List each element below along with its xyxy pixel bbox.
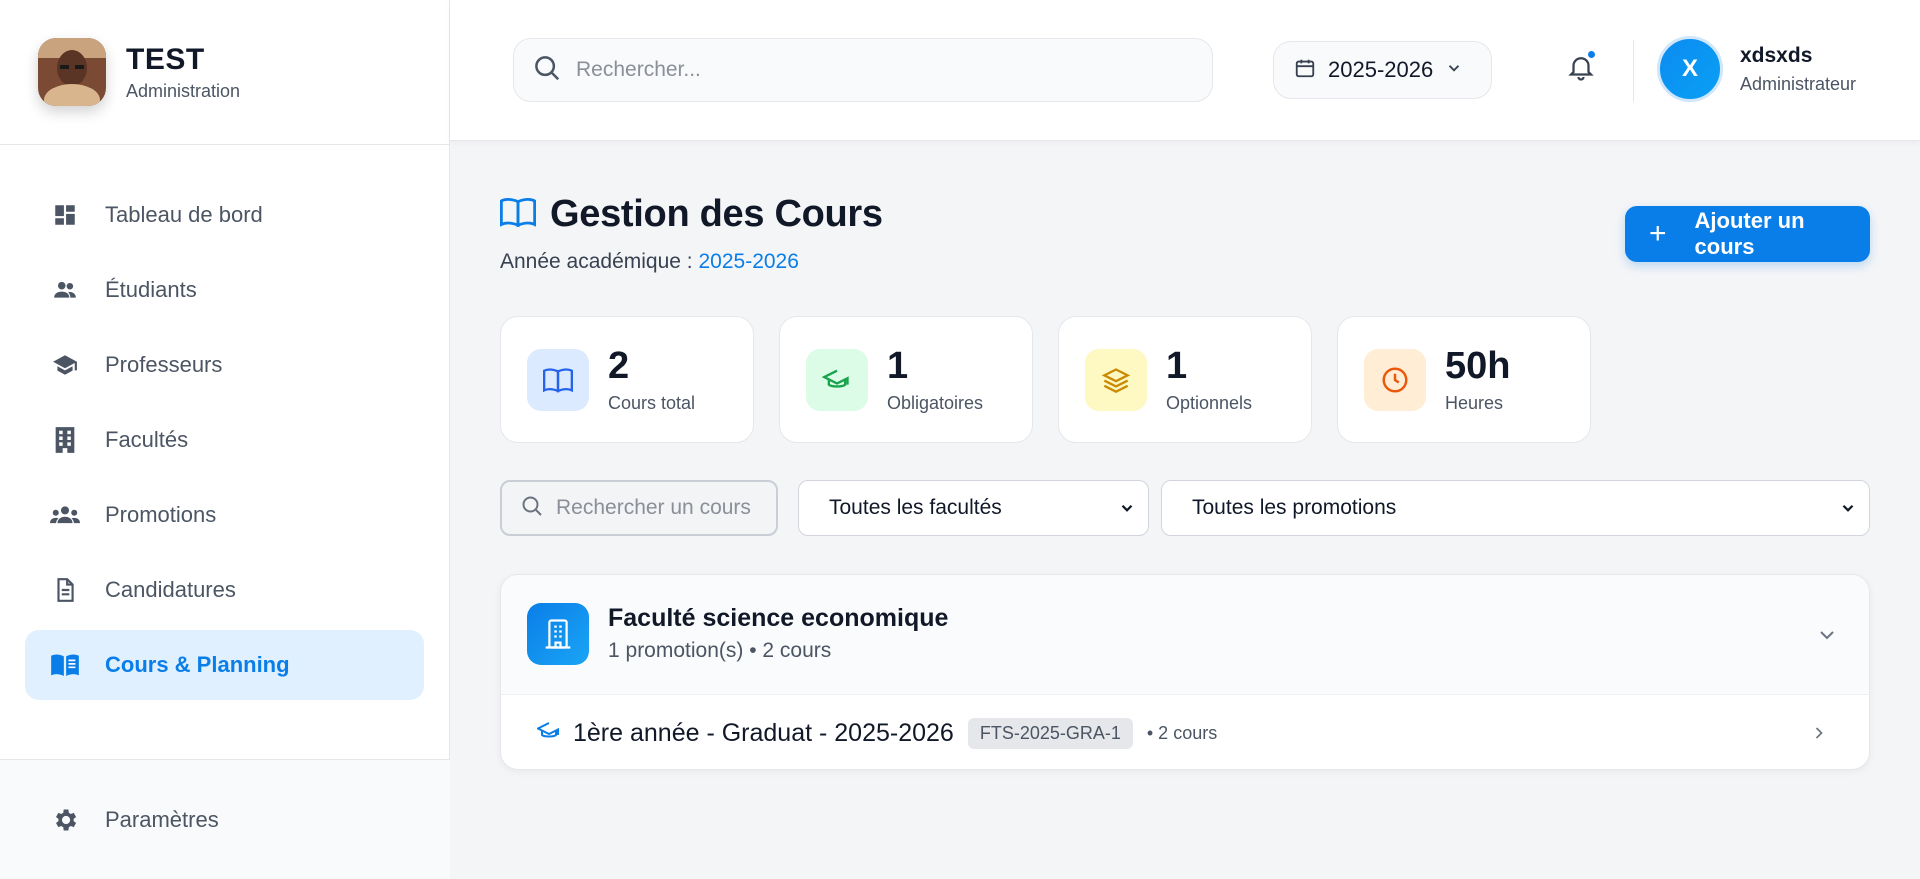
promotion-row[interactable]: 1ère année - Graduat - 2025-2026 FTS-202…: [501, 695, 1869, 769]
user-name[interactable]: xdsxds: [1740, 44, 1812, 68]
sidebar-item-label: Étudiants: [105, 277, 197, 302]
faculty-filter-value: Toutes les facultés: [829, 496, 1002, 519]
academic-year-value: 2025-2026: [1328, 57, 1434, 82]
book-open-icon: [500, 196, 536, 233]
global-search[interactable]: [513, 38, 1213, 102]
sidebar-nav: Tableau de bord Étudiants Professeurs Fa…: [25, 180, 424, 705]
sidebar-item-label: Facultés: [105, 427, 189, 452]
sidebar-item-label: Candidatures: [105, 577, 236, 602]
add-course-label: Ajouter un cours: [1694, 208, 1805, 259]
groups-icon: [49, 499, 81, 531]
notifications-button[interactable]: [1563, 49, 1599, 87]
chevron-down-icon: [1445, 59, 1463, 82]
faculty-card: Faculté science economique 1 promotion(s…: [500, 574, 1870, 770]
year-label: Année académique :: [500, 250, 699, 273]
page-title: Gestion des Cours: [550, 193, 883, 235]
calendar-icon: [1294, 57, 1316, 84]
sidebar-item-label: Professeurs: [105, 352, 223, 377]
sidebar: TEST Administration Tableau de bord Étud…: [0, 0, 450, 879]
dashboard-icon: [49, 199, 81, 231]
stat-value: 2: [608, 345, 630, 387]
page-subtitle: Année académique : 2025-2026: [500, 250, 799, 274]
book-icon: [49, 649, 81, 681]
stat-label: Cours total: [608, 393, 696, 413]
stat-card-total: 2 Cours total: [500, 316, 754, 443]
sidebar-item-cours-planning[interactable]: Cours & Planning: [25, 630, 424, 700]
sidebar-item-candidatures[interactable]: Candidatures: [25, 555, 424, 625]
brand-title: TEST: [126, 42, 205, 76]
document-icon: [49, 574, 81, 606]
sidebar-item-tableau-de-bord[interactable]: Tableau de bord: [25, 180, 424, 250]
graduation-cap-icon: [806, 349, 868, 411]
building-icon: [49, 424, 81, 456]
user-role: Administrateur: [1740, 74, 1857, 94]
top-header: 2025-2026 X xdsxds Administrateur: [450, 0, 1920, 141]
faculty-name: Faculté science economique: [608, 604, 949, 632]
course-search-input[interactable]: [556, 496, 766, 520]
clock-icon: [1364, 349, 1426, 411]
building-icon: [527, 603, 589, 665]
notification-dot: [1586, 49, 1597, 60]
faculty-meta: 1 promotion(s) • 2 cours: [608, 639, 832, 662]
faculty-header[interactable]: Faculté science economique 1 promotion(s…: [501, 575, 1869, 695]
header-divider: [1633, 40, 1634, 102]
promotion-filter-select[interactable]: Toutes les promotions: [1161, 480, 1870, 536]
chevron-right-icon: [1809, 723, 1829, 748]
sidebar-item-label: Cours & Planning: [105, 652, 290, 677]
stat-card-hours: 50h Heures: [1337, 316, 1591, 443]
user-avatar[interactable]: X: [1657, 36, 1723, 102]
plus-icon: +: [1649, 217, 1667, 250]
search-icon: [532, 53, 562, 88]
stat-label: Heures: [1445, 393, 1504, 413]
course-search[interactable]: [500, 480, 778, 536]
search-input[interactable]: [576, 58, 1176, 82]
book-icon: [527, 349, 589, 411]
main-content: Gestion des Cours Année académique : 202…: [450, 141, 1920, 879]
sidebar-item-label: Promotions: [105, 502, 217, 527]
sidebar-footer: Paramètres: [0, 759, 450, 879]
sidebar-item-label: Paramètres: [105, 807, 219, 832]
sidebar-item-etudiants[interactable]: Étudiants: [25, 255, 424, 325]
brand: TEST Administration: [0, 0, 449, 145]
sidebar-item-parametres[interactable]: Paramètres: [25, 785, 424, 855]
chevron-down-icon: [1839, 499, 1857, 523]
promotion-filter-value: Toutes les promotions: [1192, 496, 1397, 519]
page-title-row: Gestion des Cours: [500, 193, 883, 236]
stat-card-optional: 1 Optionnels: [1058, 316, 1312, 443]
sidebar-item-professeurs[interactable]: Professeurs: [25, 330, 424, 400]
brand-avatar[interactable]: [38, 38, 106, 106]
chevron-down-icon[interactable]: [1815, 623, 1839, 652]
stat-value: 50h: [1445, 345, 1511, 387]
promotion-course-count: • 2 cours: [1146, 722, 1218, 743]
graduation-cap-icon: [49, 349, 81, 381]
add-course-button[interactable]: + Ajouter un cours: [1625, 206, 1870, 262]
graduation-cap-icon: [535, 719, 561, 748]
sidebar-item-label: Tableau de bord: [105, 202, 263, 227]
gear-icon: [49, 804, 81, 836]
promotion-name: 1ère année - Graduat - 2025-2026: [573, 718, 954, 747]
users-icon: [49, 274, 81, 306]
stat-label: Obligatoires: [887, 393, 984, 413]
stat-value: 1: [887, 345, 909, 387]
layers-icon: [1085, 349, 1147, 411]
brand-subtitle: Administration: [126, 80, 241, 101]
academic-year-select[interactable]: 2025-2026: [1273, 41, 1492, 99]
stat-label: Optionnels: [1166, 393, 1253, 413]
sidebar-item-promotions[interactable]: Promotions: [25, 480, 424, 550]
faculty-filter-select[interactable]: Toutes les facultés: [798, 480, 1149, 536]
sidebar-item-facultes[interactable]: Facultés: [25, 405, 424, 475]
stat-card-mandatory: 1 Obligatoires: [779, 316, 1033, 443]
stat-value: 1: [1166, 345, 1188, 387]
year-value: 2025-2026: [698, 250, 799, 273]
chevron-down-icon: [1118, 499, 1136, 523]
promotion-code-badge: FTS-2025-GRA-1: [967, 717, 1133, 749]
search-icon: [520, 494, 544, 523]
